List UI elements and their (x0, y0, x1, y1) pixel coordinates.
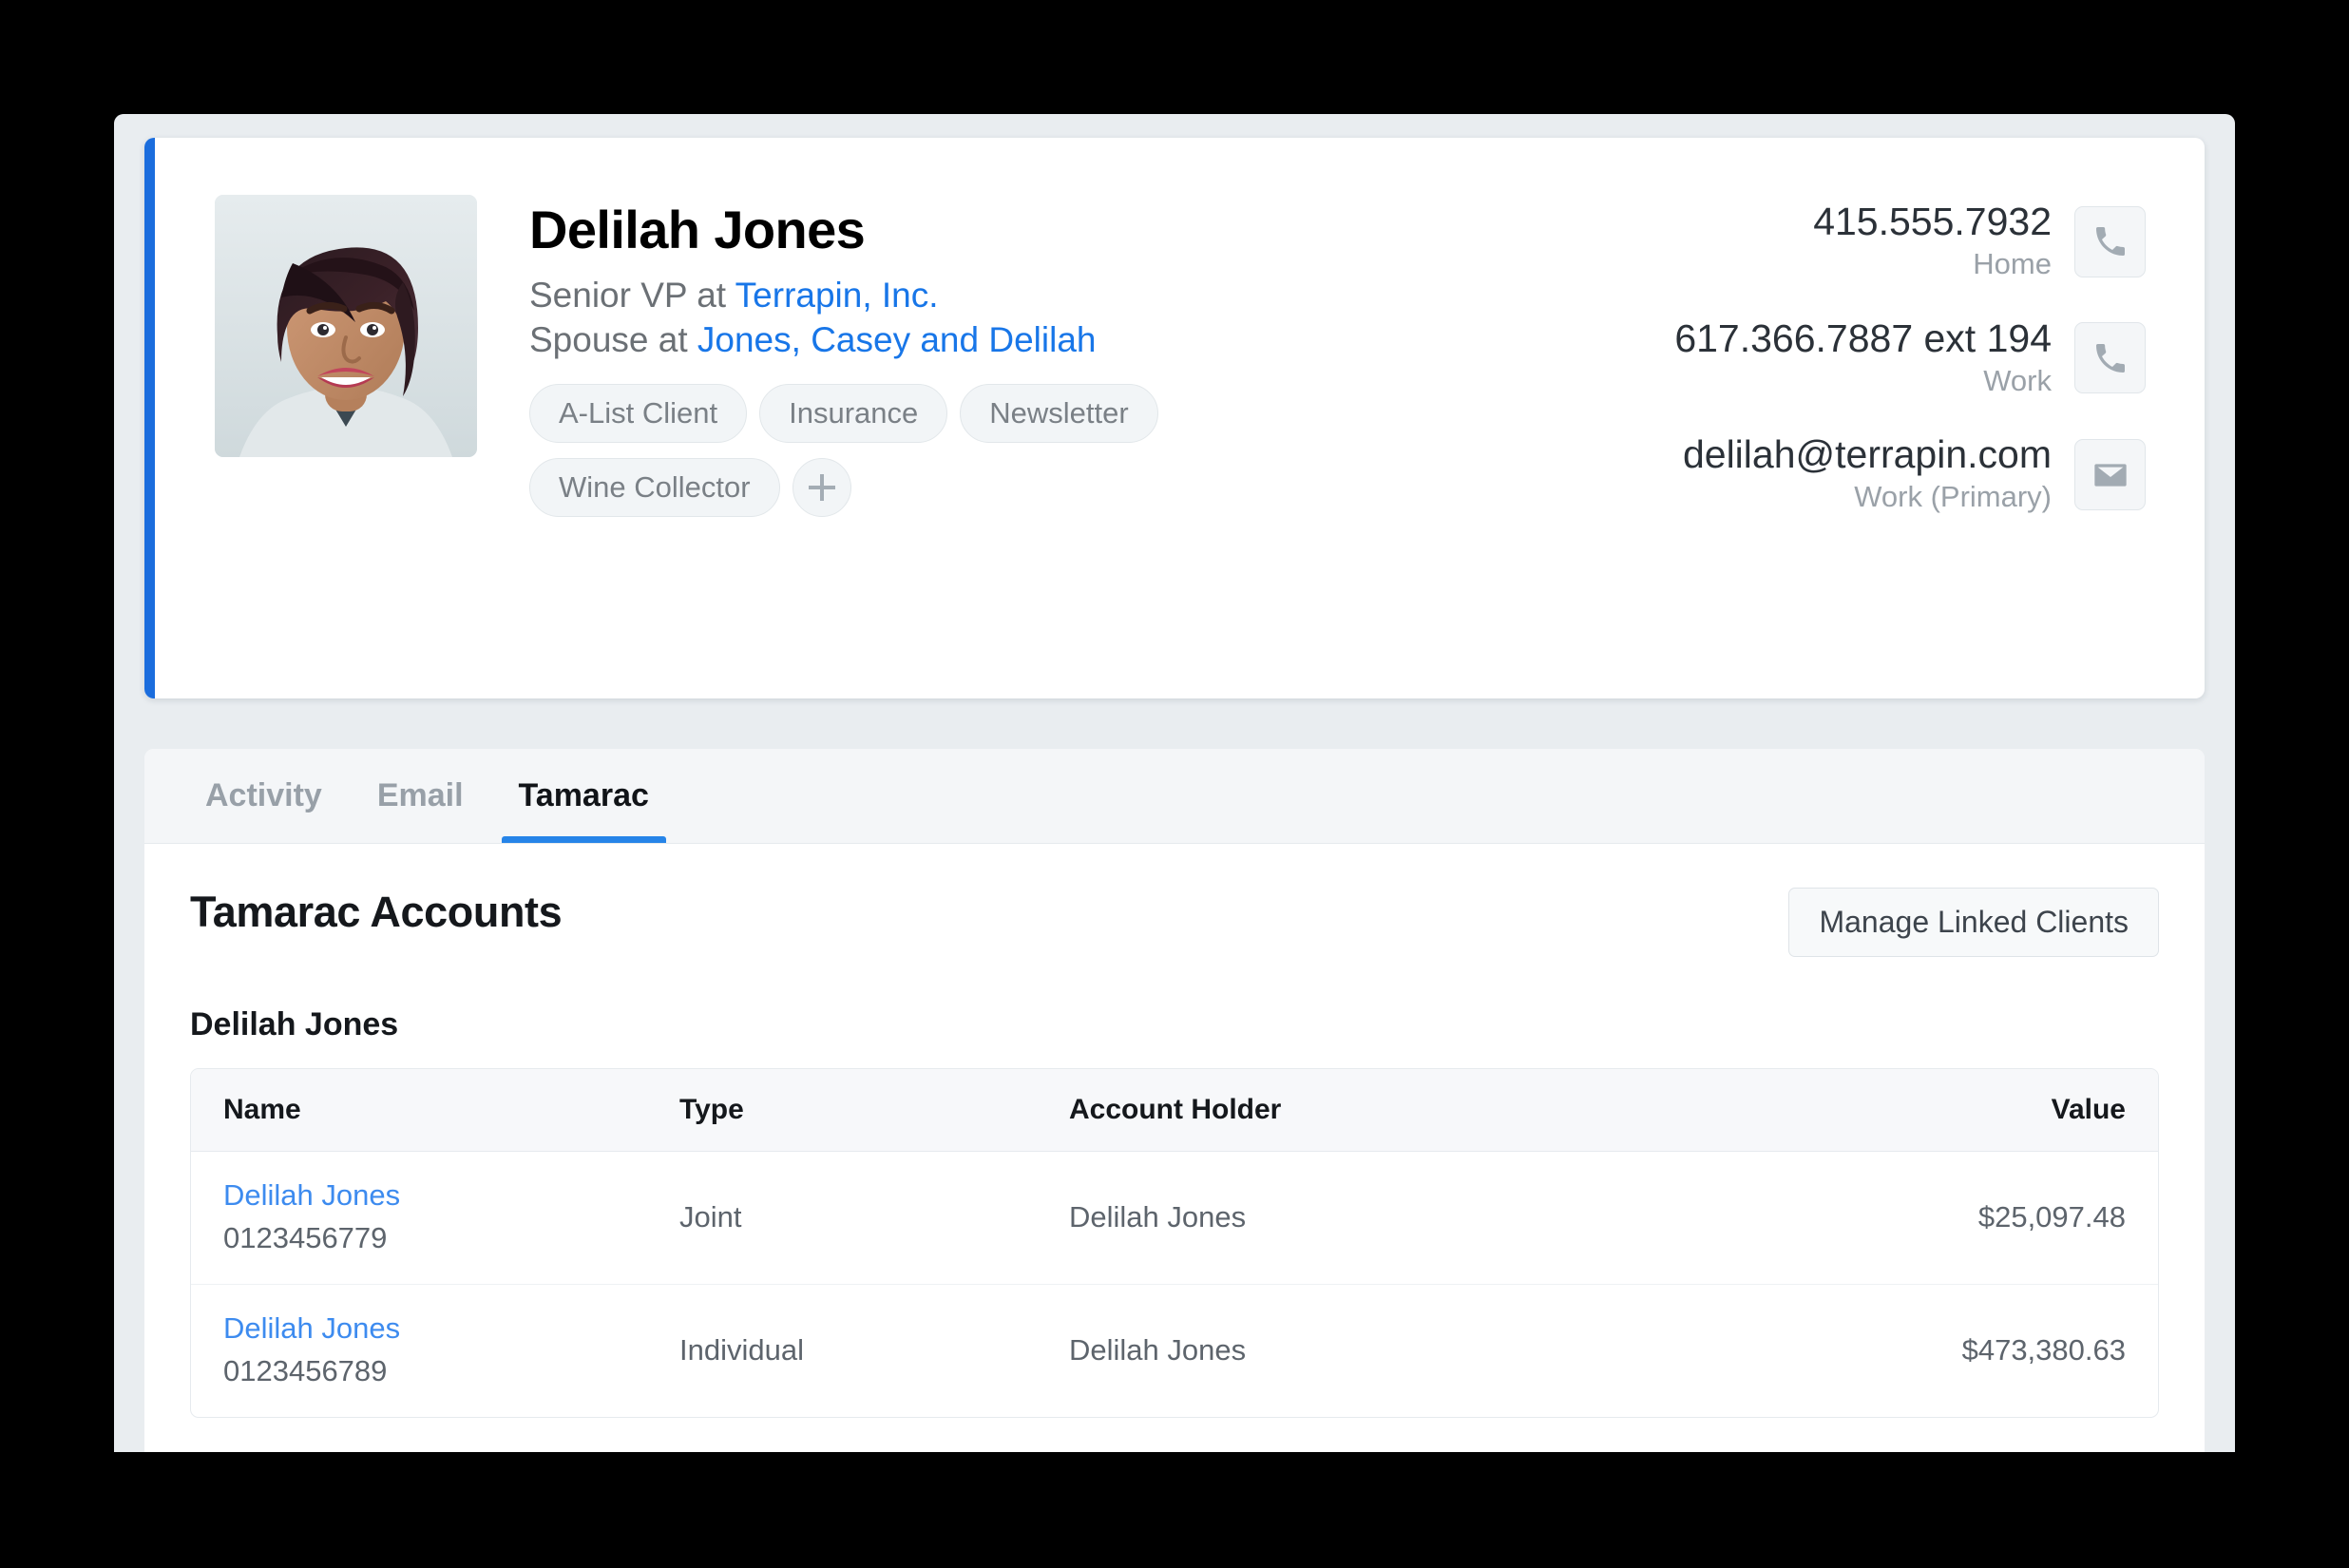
cell-account-value: $25,097.48 (1727, 1152, 2158, 1285)
call-work-button[interactable] (2074, 322, 2146, 394)
contact-value: 617.366.7887 ext 194 (1674, 316, 2052, 360)
tag-insurance[interactable]: Insurance (759, 383, 948, 443)
tab-activity[interactable]: Activity (188, 749, 339, 843)
account-link[interactable]: Delilah Jones (223, 1311, 679, 1346)
plus-icon (808, 473, 835, 501)
accounts-table: Name Type Account Holder Value Delilah J… (190, 1068, 2159, 1418)
contact-label: Work (Primary) (1854, 480, 2052, 514)
panel-header: Tamarac Accounts Manage Linked Clients (190, 888, 2159, 957)
account-link[interactable]: Delilah Jones (223, 1178, 679, 1213)
contact-row-work-email: delilah@terrapin.com Work (Primary) (1674, 432, 2146, 516)
avatar (215, 195, 477, 457)
role-line-secondary: Spouse at Jones, Casey and Delilah (529, 318, 1674, 363)
cell-account-type: Joint (679, 1152, 1069, 1285)
cell-account-name: Delilah Jones 0123456789 (191, 1285, 679, 1417)
tab-content-card: Activity Email Tamarac Tamarac Accounts … (144, 749, 2205, 1452)
account-number: 0123456779 (223, 1221, 388, 1254)
table-header-row: Name Type Account Holder Value (191, 1069, 2158, 1152)
contact-label: Work (1983, 363, 2052, 397)
contact-text: 415.555.7932 Home (1813, 200, 2052, 283)
tamarac-panel: Tamarac Accounts Manage Linked Clients D… (144, 844, 2205, 1418)
company-link-jones-casey-delilah[interactable]: Jones, Casey and Delilah (697, 320, 1097, 359)
profile-card-body: Delilah Jones Senior VP at Terrapin, Inc… (155, 138, 2205, 698)
tab-tamarac[interactable]: Tamarac (501, 749, 667, 843)
cell-account-name: Delilah Jones 0123456779 (191, 1152, 679, 1285)
table-row[interactable]: Delilah Jones 0123456789 Individual Deli… (191, 1285, 2158, 1417)
tab-email[interactable]: Email (360, 749, 481, 843)
tag-a-list-client[interactable]: A-List Client (529, 383, 748, 443)
tag-wine-collector[interactable]: Wine Collector (529, 457, 780, 517)
accounts-table-body: Delilah Jones 0123456779 Joint Delilah J… (191, 1152, 2158, 1417)
contact-profile-card: Delilah Jones Senior VP at Terrapin, Inc… (144, 138, 2205, 698)
contact-methods-list: 415.555.7932 Home 617.366.7887 ext 194 W… (1674, 195, 2146, 698)
column-header-name[interactable]: Name (191, 1069, 679, 1152)
column-header-type[interactable]: Type (679, 1069, 1069, 1152)
tab-bar: Activity Email Tamarac (144, 749, 2205, 844)
call-home-button[interactable] (2074, 205, 2146, 277)
page-title: Delilah Jones (529, 200, 866, 259)
cell-account-value: $473,380.63 (1961, 1332, 2126, 1367)
section-title: Tamarac Accounts (190, 888, 563, 936)
column-header-account-holder[interactable]: Account Holder (1069, 1069, 1727, 1152)
company-link-terrapin[interactable]: Terrapin, Inc. (735, 276, 939, 315)
account-number: 0123456789 (223, 1354, 388, 1387)
envelope-icon (2093, 463, 2127, 487)
tag-list: A-List Client Insurance Newsletter Wine … (529, 383, 1346, 517)
add-tag-button[interactable] (792, 457, 851, 517)
phone-icon (2095, 343, 2125, 373)
phone-icon (2095, 227, 2125, 257)
cell-account-holder: Delilah Jones (1069, 1152, 1727, 1285)
account-group-title: Delilah Jones (190, 1006, 399, 1042)
send-email-button[interactable] (2074, 439, 2146, 511)
contact-text: delilah@terrapin.com Work (Primary) (1682, 432, 2052, 516)
contact-value: delilah@terrapin.com (1682, 432, 2052, 477)
column-header-value[interactable]: Value (1727, 1069, 2158, 1152)
contact-row-work-phone: 617.366.7887 ext 194 Work (1674, 316, 2146, 400)
contact-row-home-phone: 415.555.7932 Home (1674, 200, 2146, 283)
cell-account-type: Individual (679, 1332, 804, 1367)
contact-label: Home (1973, 246, 2052, 280)
manage-linked-clients-button[interactable]: Manage Linked Clients (1788, 888, 2159, 957)
table-row[interactable]: Delilah Jones 0123456779 Joint Delilah J… (191, 1152, 2158, 1285)
identity-block: Delilah Jones Senior VP at Terrapin, Inc… (477, 195, 1674, 698)
page-panel: Delilah Jones Senior VP at Terrapin, Inc… (114, 114, 2235, 1452)
contact-text: 617.366.7887 ext 194 Work (1674, 316, 2052, 400)
cell-account-holder: Delilah Jones (1069, 1332, 1247, 1367)
role-prefix: Spouse at (529, 319, 697, 359)
tag-newsletter[interactable]: Newsletter (960, 383, 1158, 443)
contact-value: 415.555.7932 (1813, 200, 2052, 243)
role-line-primary: Senior VP at Terrapin, Inc. (529, 274, 1674, 318)
role-prefix: Senior VP at (529, 275, 735, 315)
profile-accent-bar (144, 138, 155, 698)
accounts-table-head: Name Type Account Holder Value (191, 1069, 2158, 1152)
